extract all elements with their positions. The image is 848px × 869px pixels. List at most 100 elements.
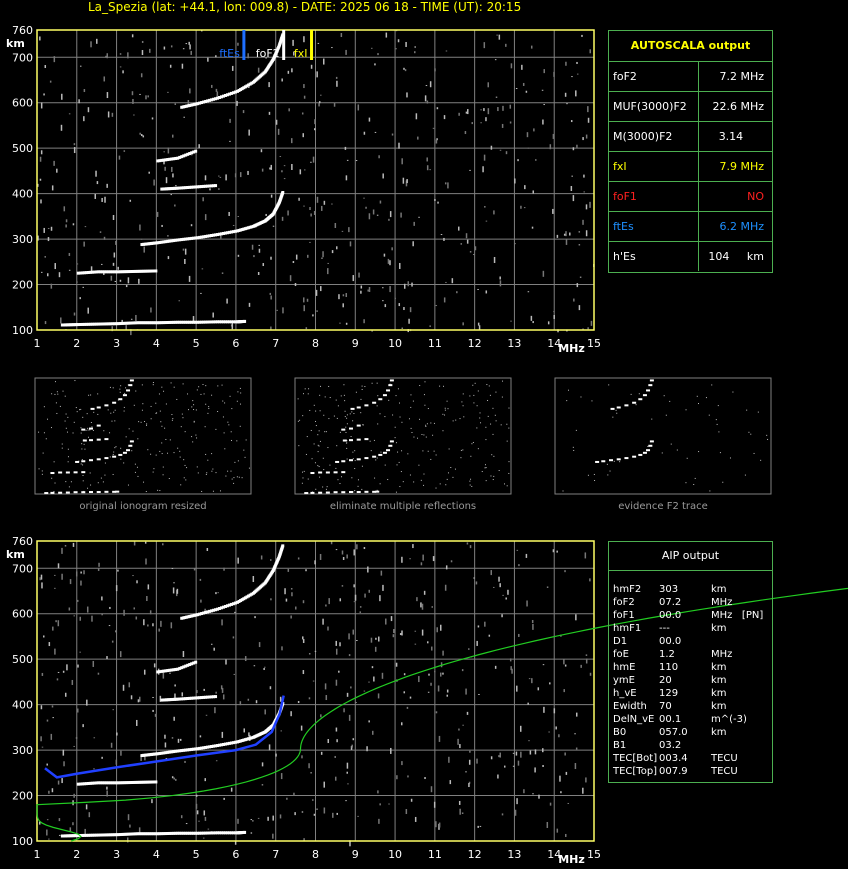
thumb-noise: [54, 381, 56, 383]
noise-dot: [46, 273, 49, 277]
noise-dot: [368, 213, 371, 220]
thumb-noise: [38, 468, 40, 470]
noise-dot: [118, 155, 121, 160]
y-tick-label: 400: [12, 188, 33, 201]
thumb-noise: [146, 424, 148, 426]
thumb-noise: [161, 386, 163, 388]
noise-dot: [39, 178, 42, 181]
noise-dot: [54, 587, 56, 589]
thumb-noise: [231, 408, 233, 410]
noise-dot: [39, 156, 42, 162]
noise-dot: [216, 91, 219, 97]
thumb-noise: [313, 443, 315, 445]
x-tick-label: 3: [113, 848, 120, 861]
autoscala-param: foF2: [609, 61, 699, 92]
thumb-noise: [377, 423, 379, 425]
noise-dot: [156, 794, 158, 796]
thumb-noise: [80, 408, 82, 410]
noise-dot: [364, 593, 366, 598]
thumb-noise: [501, 396, 503, 398]
noise-dot: [267, 816, 269, 821]
noise-dot: [515, 87, 518, 89]
thumb-noise: [319, 440, 321, 442]
thumb-noise: [435, 454, 437, 456]
noise-dot: [511, 668, 513, 674]
noise-dot: [431, 606, 434, 608]
thumb-noise: [112, 387, 114, 389]
thumb-noise: [397, 451, 399, 453]
y-tick-label: 700: [12, 562, 33, 575]
noise-dot: [164, 734, 166, 739]
noise-dot: [395, 662, 398, 667]
thumb-noise: [142, 403, 144, 405]
thumb-noise: [111, 420, 113, 422]
noise-dot: [503, 765, 506, 768]
noise-dot: [535, 159, 537, 161]
thumb-noise: [191, 406, 193, 408]
thumb-noise: [485, 467, 487, 469]
noise-dot: [472, 254, 475, 256]
thumb-trace-point: [115, 490, 120, 493]
thumb-noise: [114, 409, 116, 411]
thumbnail-1: [294, 377, 512, 495]
noise-dot: [294, 812, 296, 816]
noise-dot: [66, 664, 68, 671]
thumb-noise: [444, 407, 446, 409]
noise-dot: [64, 692, 67, 697]
noise-dot: [231, 65, 234, 71]
thumb-noise: [183, 477, 185, 479]
noise-dot: [178, 300, 181, 302]
noise-dot: [587, 106, 589, 113]
thumb-noise: [67, 448, 69, 450]
noise-dot: [342, 303, 344, 308]
thumb-noise: [322, 486, 324, 488]
noise-dot: [73, 312, 76, 316]
aip-unit: MHz: [711, 597, 733, 608]
thumb-noise: [430, 422, 432, 424]
thumb-noise: [398, 402, 400, 404]
noise-dot: [193, 568, 196, 571]
thumb-noise: [748, 431, 750, 433]
noise-dot: [346, 762, 349, 769]
thumb-noise: [357, 485, 359, 487]
noise-dot: [258, 642, 261, 648]
thumb-noise: [493, 475, 495, 477]
noise-dot: [507, 589, 509, 595]
noise-dot: [559, 775, 561, 782]
noise-dot: [353, 584, 355, 588]
noise-dot: [403, 673, 406, 676]
noise-dot: [236, 100, 238, 106]
autoscala-row: MUF(3000)F2 22.6 MHz: [609, 91, 772, 122]
noise-dot: [163, 151, 165, 153]
noise-dot: [426, 100, 429, 104]
noise-dot: [543, 69, 545, 74]
noise-dot: [312, 799, 314, 801]
noise-dot: [318, 101, 321, 104]
noise-dot: [560, 791, 562, 794]
noise-dot: [136, 580, 138, 584]
thumb-noise: [70, 481, 72, 483]
noise-dot: [237, 216, 240, 218]
aip-unit: km: [711, 675, 727, 686]
noise-dot: [92, 660, 95, 667]
noise-dot: [68, 269, 71, 271]
noise-dot: [90, 266, 93, 272]
noise-dot: [384, 304, 387, 308]
thumb-noise: [423, 484, 425, 486]
thumb-noise: [580, 396, 582, 398]
noise-dot: [514, 178, 516, 184]
thumb-noise: [471, 485, 473, 487]
noise-dot: [174, 684, 176, 687]
thumb-trace-point: [104, 438, 109, 441]
thumb-noise: [144, 421, 146, 423]
ionogram-top: 1 2 3 4 5 6 7 8 9 10 11 12 13 14 151002003004005006007…: [6, 24, 601, 355]
noise-dot: [429, 325, 431, 327]
thumb-noise: [181, 413, 183, 415]
noise-dot: [40, 574, 43, 580]
thumb-noise: [193, 409, 195, 411]
noise-dot: [490, 145, 493, 150]
thumb-noise: [134, 463, 136, 465]
noise-dot: [229, 140, 231, 142]
noise-dot: [268, 744, 271, 751]
noise-dot: [404, 69, 407, 72]
